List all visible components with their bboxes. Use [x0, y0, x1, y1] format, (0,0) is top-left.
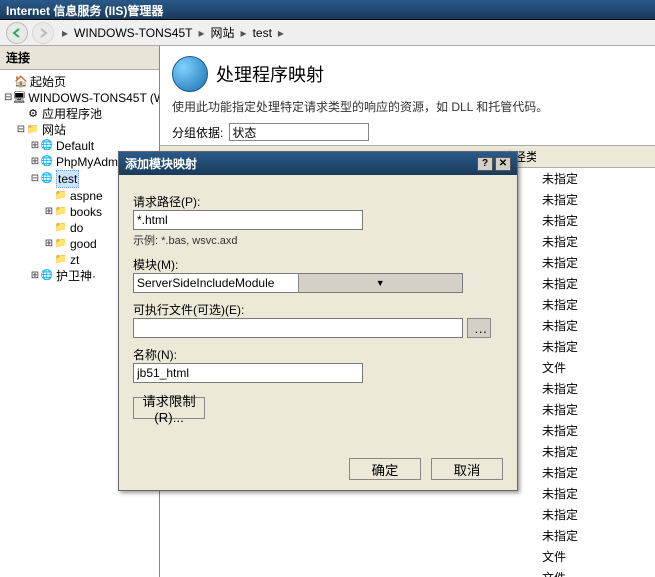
globe-icon [40, 155, 54, 169]
module-label: 模块(M): [133, 256, 503, 273]
executable-input[interactable] [133, 318, 463, 338]
request-path-hint: 示例: *.bas, wsvc.axd [133, 232, 503, 248]
grid-row[interactable]: 文件 [160, 546, 655, 567]
request-restrictions-button[interactable]: 请求限制(R)... [133, 397, 205, 419]
chevron-right-icon: ▸ [62, 26, 68, 40]
folder-icon [54, 221, 68, 235]
tree-server[interactable]: ⊟WINDOWS-TONS45T (WIN [2, 90, 157, 106]
breadcrumb-server[interactable]: WINDOWS-TONS45T [74, 26, 192, 40]
chevron-right-icon: ▸ [198, 26, 204, 40]
page-title: 处理程序映射 [216, 61, 324, 87]
page-description: 使用此功能指定处理特定请求类型的响应的资源，如 DLL 和托管代码。 [160, 96, 655, 123]
server-icon [12, 91, 26, 105]
feature-icon [172, 56, 208, 92]
arrow-left-icon [11, 27, 23, 39]
module-value: ServerSideIncludeModule [134, 276, 298, 290]
gear-icon [26, 107, 40, 121]
window-title-bar: Internet 信息服务 (IIS)管理器 [0, 0, 655, 20]
dialog-title-bar[interactable]: 添加模块映射 ? ✕ [119, 152, 517, 175]
folder-icon [54, 205, 68, 219]
chevron-right-icon: ▸ [278, 26, 284, 40]
grid-row[interactable]: 未指定 [160, 525, 655, 546]
request-path-input[interactable] [133, 210, 363, 230]
name-input[interactable] [133, 363, 363, 383]
chevron-down-icon: ▼ [298, 274, 463, 292]
globe-icon [40, 172, 54, 186]
chevron-right-icon: ▸ [241, 26, 247, 40]
close-button[interactable]: ✕ [495, 157, 511, 171]
module-select[interactable]: ServerSideIncludeModule ▼ [133, 273, 463, 293]
request-path-label: 请求路径(P): [133, 193, 503, 210]
help-button[interactable]: ? [477, 157, 493, 171]
globe-icon [40, 269, 54, 283]
window-title: Internet 信息服务 (IIS)管理器 [6, 4, 163, 18]
breadcrumb: ▸ WINDOWS-TONS45T ▸ 网站 ▸ test ▸ [62, 24, 284, 41]
col-header-handler[interactable] [536, 146, 586, 167]
executable-label: 可执行文件(可选)(E): [133, 301, 503, 318]
home-icon [14, 75, 28, 89]
breadcrumb-sites[interactable]: 网站 [211, 24, 235, 41]
breadcrumb-site[interactable]: test [253, 26, 272, 40]
forward-button[interactable] [32, 22, 54, 44]
arrow-right-icon [37, 27, 49, 39]
group-by-select[interactable]: 状态 [229, 123, 369, 141]
back-button[interactable] [6, 22, 28, 44]
name-label: 名称(N): [133, 346, 503, 363]
group-by-label: 分组依据: [172, 124, 223, 141]
folder-icon [54, 189, 68, 203]
tree-sites[interactable]: ⊟网站 [2, 122, 157, 138]
tree-app-pools[interactable]: 应用程序池 [2, 106, 157, 122]
dialog-title: 添加模块映射 [125, 155, 197, 172]
browse-button[interactable]: … [467, 318, 491, 338]
globe-icon [40, 139, 54, 153]
ok-button[interactable]: 确定 [349, 458, 421, 480]
folder-icon [26, 123, 40, 137]
folder-icon [54, 237, 68, 251]
sidebar-title: 连接 [0, 46, 159, 70]
grid-row[interactable]: 文件 [160, 567, 655, 577]
grid-row[interactable]: 未指定 [160, 504, 655, 525]
toolbar: ▸ WINDOWS-TONS45T ▸ 网站 ▸ test ▸ [0, 20, 655, 46]
tree-start-page[interactable]: 起始页 [2, 74, 157, 90]
folder-icon [54, 253, 68, 267]
cancel-button[interactable]: 取消 [431, 458, 503, 480]
add-module-mapping-dialog: 添加模块映射 ? ✕ 请求路径(P): 示例: *.bas, wsvc.axd … [118, 151, 518, 491]
